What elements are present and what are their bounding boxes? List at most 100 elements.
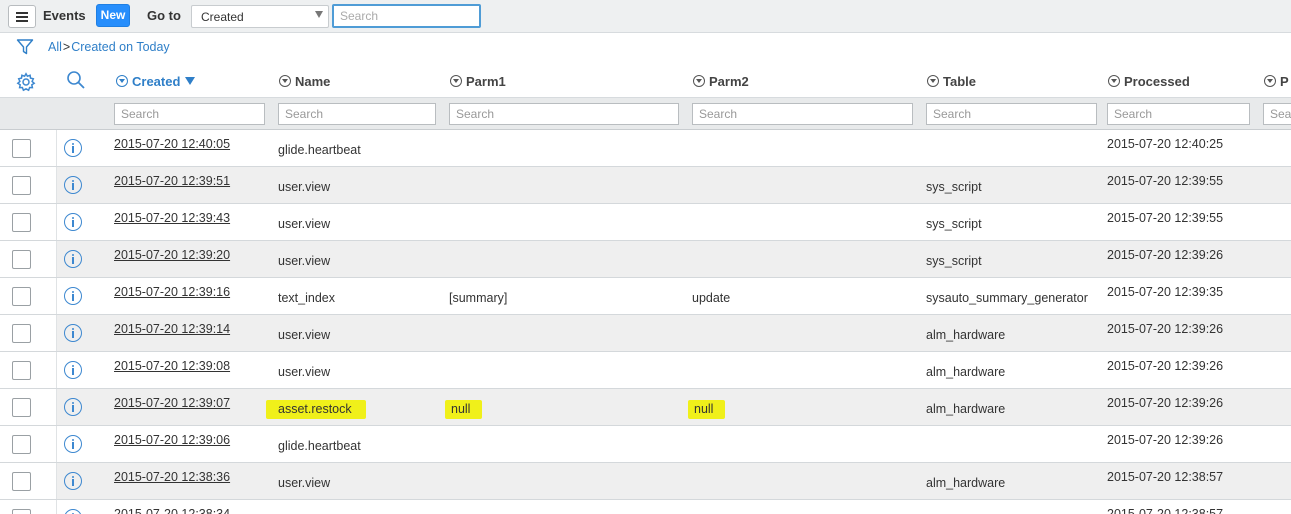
cell-created-text: 2015-07-20 12:39:20	[114, 248, 231, 262]
search-processed-input[interactable]	[1107, 103, 1250, 125]
cell-processed-text: 2015-07-20 12:39:26	[1107, 433, 1224, 447]
cell-table: alm_hardware	[926, 328, 1005, 342]
cell-processed-text: 2015-07-20 12:40:25	[1107, 137, 1224, 151]
filter-icon[interactable]	[16, 38, 34, 56]
row-checkbox[interactable]	[12, 287, 31, 306]
column-header-partial[interactable]: P	[1264, 74, 1289, 89]
column-header-parm1[interactable]: Parm1	[450, 74, 506, 89]
row-checkbox[interactable]	[12, 398, 31, 417]
row-select-cell	[0, 130, 57, 166]
info-icon[interactable]	[64, 176, 82, 194]
info-icon[interactable]	[64, 139, 82, 157]
cell-table: alm_hardware	[926, 365, 1005, 379]
cell-name-text: user.view	[278, 254, 331, 268]
goto-search-input[interactable]	[332, 4, 481, 28]
column-header-created[interactable]: Created	[116, 74, 196, 89]
column-menu-icon[interactable]	[279, 75, 291, 87]
breadcrumb-condition[interactable]: Created on Today	[71, 40, 169, 54]
search-created-input[interactable]	[114, 103, 265, 125]
cell-processed: 2015-07-20 12:39:26	[1107, 359, 1223, 373]
new-button[interactable]: New	[96, 4, 130, 27]
cell-table-text: sys_script	[926, 217, 982, 231]
cell-name-text: user.view	[278, 217, 331, 231]
cell-processed-text: 2015-07-20 12:39:26	[1107, 322, 1224, 336]
cell-name-text: user.view	[278, 180, 331, 194]
goto-label: Go to	[147, 8, 181, 23]
cell-created[interactable]: 2015-07-20 12:39:08	[114, 359, 230, 373]
cell-parm1-text: [summary]	[449, 291, 508, 305]
cell-name: text_index	[278, 291, 335, 305]
column-menu-icon[interactable]	[1264, 75, 1276, 87]
cell-created-text: 2015-07-20 12:38:34	[114, 507, 231, 514]
info-icon[interactable]	[64, 435, 82, 453]
row-checkbox[interactable]	[12, 361, 31, 380]
cell-processed: 2015-07-20 12:38:57	[1107, 470, 1223, 484]
breadcrumb-all[interactable]: All	[48, 40, 62, 54]
row-checkbox[interactable]	[12, 509, 31, 514]
search-parm2-input[interactable]	[692, 103, 913, 125]
table-row: 2015-07-20 12:38:34 2015-07-20 12:38:57	[0, 500, 1291, 514]
cell-processed: 2015-07-20 12:40:25	[1107, 137, 1223, 151]
cell-created[interactable]: 2015-07-20 12:39:51	[114, 174, 230, 188]
info-icon[interactable]	[64, 472, 82, 490]
column-menu-icon[interactable]	[927, 75, 939, 87]
column-menu-icon[interactable]	[116, 75, 128, 87]
list-toolbar: Events New Go to Created	[0, 0, 1291, 33]
cell-created[interactable]: 2015-07-20 12:39:43	[114, 211, 230, 225]
cell-name-text: user.view	[278, 365, 331, 379]
info-icon[interactable]	[64, 361, 82, 379]
info-icon[interactable]	[64, 509, 82, 514]
search-row-lead	[0, 98, 108, 129]
cell-created-text: 2015-07-20 12:39:14	[114, 322, 231, 336]
row-checkbox[interactable]	[12, 176, 31, 195]
info-icon[interactable]	[64, 287, 82, 305]
cell-created[interactable]: 2015-07-20 12:39:16	[114, 285, 230, 299]
info-icon[interactable]	[64, 213, 82, 231]
cell-created[interactable]: 2015-07-20 12:38:34	[114, 507, 230, 514]
cell-table: sysauto_summary_generator	[926, 291, 1088, 305]
row-select-cell	[0, 426, 57, 462]
column-menu-icon[interactable]	[450, 75, 462, 87]
table-row: 2015-07-20 12:39:16 text_index [summary] up…	[0, 278, 1291, 315]
cell-created-text: 2015-07-20 12:39:08	[114, 359, 231, 373]
search-partial-input[interactable]	[1263, 103, 1291, 125]
context-menu-button[interactable]	[8, 5, 36, 28]
info-icon[interactable]	[64, 250, 82, 268]
search-table-input[interactable]	[926, 103, 1097, 125]
cell-created[interactable]: 2015-07-20 12:39:06	[114, 433, 230, 447]
column-header-table[interactable]: Table	[927, 74, 976, 89]
cell-created[interactable]: 2015-07-20 12:40:05	[114, 137, 230, 151]
cell-created-text: 2015-07-20 12:39:51	[114, 174, 231, 188]
row-checkbox[interactable]	[12, 213, 31, 232]
column-header-name[interactable]: Name	[279, 74, 330, 89]
row-checkbox[interactable]	[12, 324, 31, 343]
cell-parm2-text: null	[688, 400, 726, 419]
gear-icon[interactable]	[16, 72, 36, 92]
info-icon[interactable]	[64, 324, 82, 342]
column-header-parm2[interactable]: Parm2	[693, 74, 749, 89]
column-header-processed[interactable]: Processed	[1108, 74, 1190, 89]
search-parm1-input[interactable]	[449, 103, 679, 125]
cell-parm2: null	[688, 400, 726, 419]
row-select-cell	[0, 315, 57, 351]
goto-field-select[interactable]: Created	[191, 5, 329, 28]
info-icon[interactable]	[64, 398, 82, 416]
row-select-cell	[0, 204, 57, 240]
row-checkbox[interactable]	[12, 250, 31, 269]
cell-created[interactable]: 2015-07-20 12:39:14	[114, 322, 230, 336]
column-menu-icon[interactable]	[693, 75, 705, 87]
search-name-input[interactable]	[278, 103, 436, 125]
cell-created[interactable]: 2015-07-20 12:39:07	[114, 396, 230, 410]
column-search-row	[0, 97, 1291, 130]
cell-created[interactable]: 2015-07-20 12:38:36	[114, 470, 230, 484]
cell-created[interactable]: 2015-07-20 12:39:20	[114, 248, 230, 262]
row-checkbox[interactable]	[12, 435, 31, 454]
cell-processed: 2015-07-20 12:39:26	[1107, 322, 1223, 336]
cell-processed-text: 2015-07-20 12:39:35	[1107, 285, 1224, 299]
row-checkbox[interactable]	[12, 139, 31, 158]
search-icon[interactable]	[66, 70, 86, 90]
cell-processed-text: 2015-07-20 12:38:57	[1107, 470, 1224, 484]
cell-name: user.view	[278, 254, 330, 268]
column-menu-icon[interactable]	[1108, 75, 1120, 87]
row-checkbox[interactable]	[12, 472, 31, 491]
